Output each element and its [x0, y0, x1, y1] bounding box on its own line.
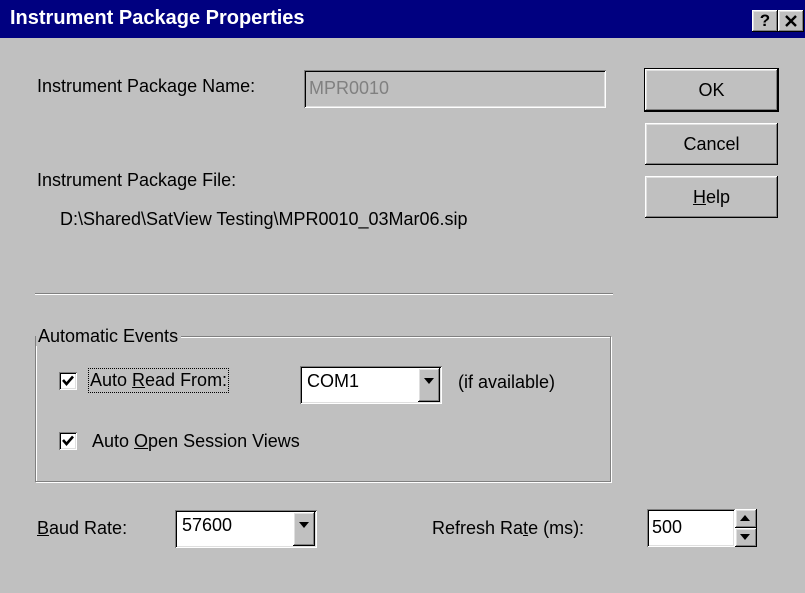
auto-read-checkbox[interactable]: [59, 372, 77, 390]
cancel-button[interactable]: Cancel: [645, 123, 778, 165]
package-file-label: Instrument Package File:: [37, 170, 237, 190]
ok-button-label: OK: [698, 80, 725, 100]
automatic-events-group: [35, 336, 611, 482]
close-icon: [785, 15, 797, 27]
auto-open-label[interactable]: Auto Open Session Views: [92, 431, 300, 452]
baud-rate-value: 57600: [182, 515, 233, 535]
window-title: Instrument Package Properties: [10, 7, 305, 29]
cancel-button-label: Cancel: [683, 134, 740, 154]
automatic-events-legend: Automatic Events: [36, 326, 182, 346]
help-caption-button[interactable]: ?: [752, 10, 778, 32]
help-button-label: Help: [692, 187, 731, 207]
package-name-label: Instrument Package Name:: [37, 76, 256, 96]
ok-button[interactable]: OK: [645, 69, 778, 111]
refresh-rate-input[interactable]: 500: [647, 509, 735, 547]
checkmark-icon: [62, 435, 74, 446]
checkmark-icon: [62, 375, 74, 386]
refresh-rate-decrement[interactable]: [735, 528, 757, 547]
title-bar: Instrument Package Properties ?: [0, 0, 805, 38]
chevron-down-icon: [424, 378, 434, 384]
port-combobox[interactable]: COM1: [300, 366, 442, 404]
refresh-rate-label: Refresh Rate (ms):: [432, 518, 585, 538]
if-available-note: (if available): [458, 372, 556, 392]
separator: [35, 293, 613, 295]
port-value: COM1: [307, 371, 360, 391]
arrow-down-icon: [740, 534, 750, 540]
refresh-rate-increment[interactable]: [735, 509, 757, 528]
package-name-field[interactable]: MPR0010: [304, 70, 606, 108]
baud-rate-label: Baud Rate:: [37, 518, 128, 538]
baud-rate-combobox[interactable]: 57600: [175, 510, 317, 548]
package-file-path: D:\Shared\SatView Testing\MPR0010_03Mar0…: [60, 209, 468, 229]
arrow-up-icon: [740, 515, 750, 521]
chevron-down-icon: [299, 522, 309, 528]
question-mark-icon: ?: [759, 11, 771, 30]
help-button[interactable]: Help: [645, 176, 778, 218]
close-button[interactable]: [778, 10, 804, 32]
auto-read-label[interactable]: Auto Read From:: [87, 368, 230, 393]
baud-rate-dropdown-button[interactable]: [293, 512, 315, 546]
auto-open-checkbox[interactable]: [59, 432, 77, 450]
port-dropdown-button[interactable]: [418, 368, 440, 402]
